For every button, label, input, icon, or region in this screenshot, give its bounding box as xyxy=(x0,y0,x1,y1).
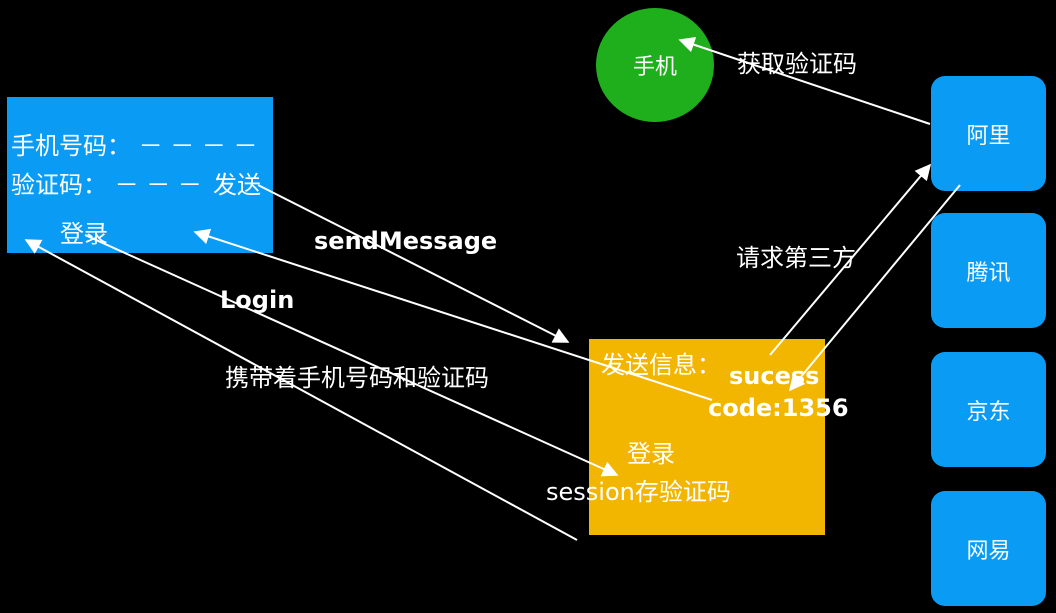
arrow-login-to-server xyxy=(84,234,619,477)
arrow-server-to-form xyxy=(24,239,578,541)
arrow-ali-to-server xyxy=(788,184,961,392)
arrow-send-to-server xyxy=(257,184,570,343)
arrow-server-to-ali xyxy=(769,163,932,356)
arrow-ali-to-phone xyxy=(678,37,931,125)
arrows-layer xyxy=(24,37,961,541)
